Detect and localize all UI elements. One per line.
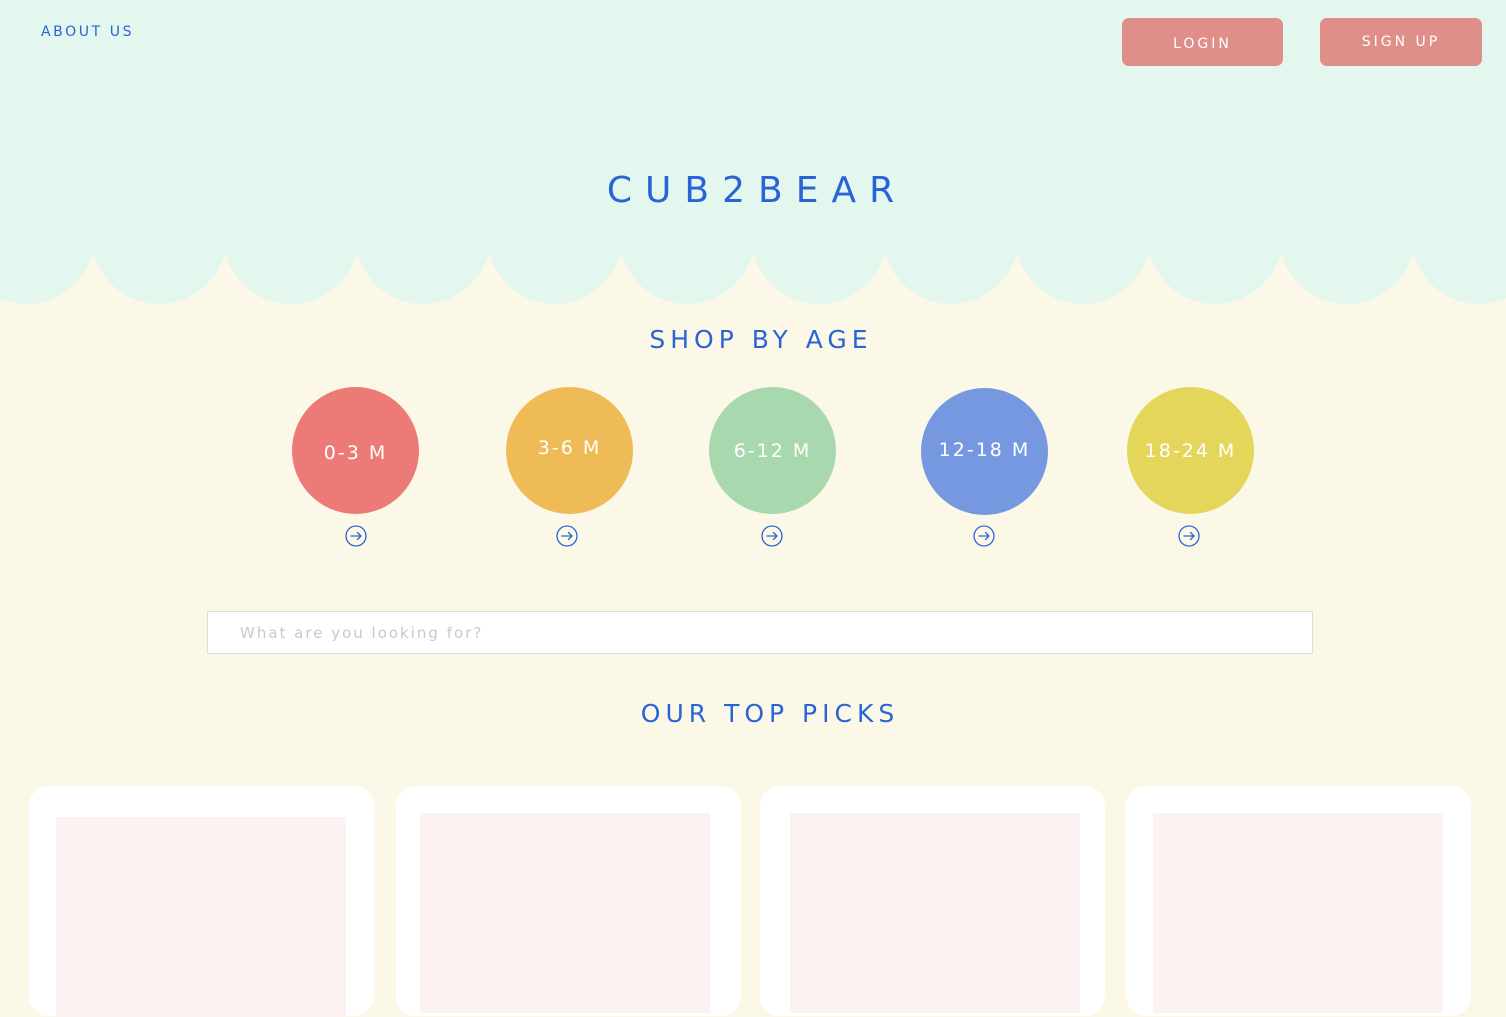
- product-image-placeholder: [56, 817, 346, 1017]
- arrow-right-circle-icon[interactable]: [345, 525, 367, 547]
- age-category-label: 18-24 M: [1144, 439, 1237, 462]
- shop-by-age-heading: SHOP BY AGE: [649, 325, 873, 354]
- arrow-right-circle-icon[interactable]: [761, 525, 783, 547]
- arrow-right-circle-icon[interactable]: [556, 525, 578, 547]
- product-card[interactable]: [1126, 786, 1471, 1016]
- signup-button[interactable]: SIGN UP: [1320, 18, 1482, 66]
- product-card[interactable]: [760, 786, 1105, 1016]
- age-category-0-3m[interactable]: 0-3 M: [292, 387, 419, 514]
- age-category-6-12m[interactable]: 6-12 M: [709, 387, 836, 514]
- age-category-label: 6-12 M: [733, 439, 812, 462]
- age-category-label: 3-6 M: [537, 436, 602, 459]
- age-category-18-24m[interactable]: 18-24 M: [1127, 387, 1254, 514]
- product-image-placeholder: [790, 813, 1080, 1013]
- brand-logo-text: CUB2BEAR: [606, 170, 908, 211]
- age-category-label: 12-18 M: [938, 438, 1031, 461]
- scallop-border: [0, 232, 1506, 304]
- product-image-placeholder: [1153, 813, 1443, 1013]
- product-image-placeholder: [420, 813, 710, 1013]
- arrow-right-circle-icon[interactable]: [973, 525, 995, 547]
- age-category-3-6m[interactable]: 3-6 M: [506, 387, 633, 514]
- top-picks-heading: OUR TOP PICKS: [640, 699, 900, 728]
- arrow-right-circle-icon[interactable]: [1178, 525, 1200, 547]
- age-category-label: 0-3 M: [323, 441, 388, 464]
- age-category-12-18m[interactable]: 12-18 M: [921, 388, 1048, 515]
- search-input[interactable]: [207, 611, 1313, 654]
- about-us-link[interactable]: ABOUT US: [41, 24, 134, 40]
- product-card[interactable]: [396, 786, 741, 1016]
- product-card[interactable]: [29, 786, 374, 1017]
- login-button[interactable]: LOGIN: [1122, 18, 1283, 66]
